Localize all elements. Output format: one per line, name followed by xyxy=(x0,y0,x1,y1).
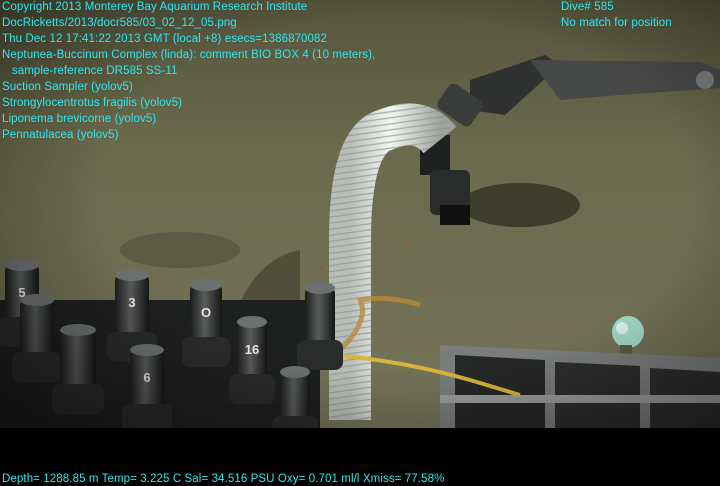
overlay-sensor-readout: Depth= 1288.85 m Temp= 3.225 C Sal= 34.5… xyxy=(2,473,445,485)
overlay-right: Dive# 585 No match for position xyxy=(561,0,672,32)
overlay-annotation: Neptunea-Buccinum Complex (linda): comme… xyxy=(2,49,376,61)
overlay-sample-reference: sample-reference DR585 SS-11 xyxy=(2,65,178,77)
overlay-timestamp: Thu Dec 12 17:41:22 2013 GMT (local +8) … xyxy=(2,33,328,45)
overlay-label-liponema: Liponema brevicorne (yolov5) xyxy=(2,113,157,125)
overlay-dive-number: Dive# 585 xyxy=(561,1,614,13)
video-frame: 3O1665 Copyright 2013 Monterey Bay Aquar… xyxy=(0,0,720,486)
overlay-label-pennatulacea: Pennatulacea (yolov5) xyxy=(2,129,119,141)
overlay-label-strongylocentrotus: Strongylocentrotus fragilis (yolov5) xyxy=(2,97,183,109)
overlay-copyright: Copyright 2013 Monterey Bay Aquarium Res… xyxy=(2,1,308,13)
overlay-label-suction-sampler: Suction Sampler (yolov5) xyxy=(2,81,133,93)
overlay-filename: DocRicketts/2013/docr585/03_02_12_05.png xyxy=(2,17,237,29)
overlay-left: Copyright 2013 Monterey Bay Aquarium Res… xyxy=(2,0,375,144)
overlay-position-status: No match for position xyxy=(561,17,672,29)
